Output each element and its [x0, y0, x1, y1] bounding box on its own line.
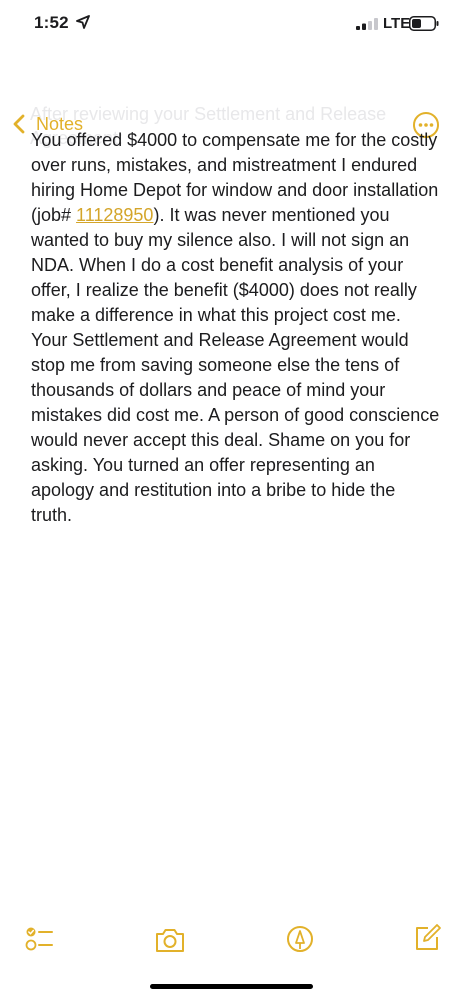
battery-icon	[409, 16, 439, 31]
cellular-signal-icon	[356, 18, 378, 30]
network-type: LTE	[383, 15, 411, 32]
status-bar: 1:52 LTE	[0, 0, 462, 50]
navigation-bar: After reviewing your Settlement and Rele…	[0, 50, 462, 148]
home-indicator[interactable]	[150, 984, 313, 989]
chevron-left-icon	[13, 114, 25, 134]
location-arrow-icon	[76, 15, 90, 29]
note-body[interactable]: You offered $4000 to compensate me for t…	[31, 128, 441, 528]
camera-icon[interactable]	[154, 925, 186, 955]
job-number-link[interactable]: 11128950	[76, 205, 153, 225]
note-text-part-2: ). It was never mentioned you wanted to …	[31, 205, 440, 525]
status-time: 1:52	[34, 13, 69, 32]
markup-pen-icon[interactable]	[285, 924, 315, 954]
checklist-icon[interactable]	[24, 924, 54, 954]
note-paragraph: You offered $4000 to compensate me for t…	[31, 128, 441, 528]
compose-icon[interactable]	[412, 923, 442, 953]
bottom-toolbar	[0, 920, 462, 956]
